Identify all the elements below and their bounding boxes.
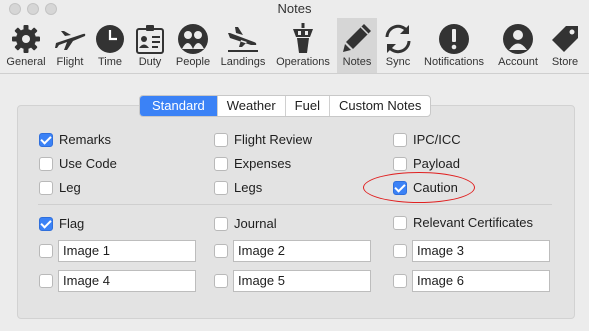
image-6-field[interactable]: Image 6	[412, 270, 550, 292]
journal-check-box[interactable]	[214, 216, 228, 231]
tab-weather[interactable]: Weather	[216, 96, 285, 116]
toolbar-label-notes: Notes	[342, 56, 372, 68]
relevant-certificates-checkbox[interactable]: Relevant Certificates	[393, 215, 533, 230]
remarks-checkbox[interactable]: Remarks	[39, 132, 111, 147]
payload-check-box[interactable]	[393, 156, 407, 171]
section-divider	[38, 204, 552, 205]
account-icon	[503, 24, 533, 54]
gear-icon	[12, 25, 40, 53]
toolbar-label-landings: Landings	[220, 56, 266, 68]
relevant-certificates-label: Relevant Certificates	[413, 215, 533, 230]
toolbar-label-account: Account	[498, 56, 538, 68]
toolbar-flight[interactable]: Flight	[50, 18, 90, 73]
image-4-field[interactable]: Image 4	[58, 270, 196, 292]
landing-icon	[228, 27, 258, 52]
toolbar-label-people: People	[175, 56, 211, 68]
toolbar-notifications[interactable]: Notifications	[419, 18, 489, 73]
image-2-field[interactable]: Image 2	[233, 240, 371, 262]
relevant-certificates-check-box[interactable]	[393, 215, 407, 230]
expenses-checkbox[interactable]: Expenses	[214, 156, 291, 171]
flight-review-checkbox[interactable]: Flight Review	[214, 132, 312, 147]
ipc-icc-check-box[interactable]	[393, 132, 407, 147]
sync-icon	[385, 24, 411, 54]
airplane-icon	[55, 31, 86, 50]
toolbar-landings[interactable]: Landings	[217, 18, 269, 73]
minimize-window-button[interactable]	[27, 3, 39, 15]
zoom-window-button[interactable]	[45, 3, 57, 15]
image-1-checkbox[interactable]	[39, 244, 53, 258]
ipc-icc-label: IPC/ICC	[413, 132, 461, 147]
payload-label: Payload	[413, 156, 460, 171]
toolbar-label-general: General	[6, 56, 46, 68]
toolbar-label-operations: Operations	[276, 56, 330, 68]
toolbar-store[interactable]: Store	[546, 18, 584, 73]
id-badge-icon	[136, 25, 164, 54]
use-code-check-box[interactable]	[39, 156, 53, 171]
control-tower-icon	[293, 23, 313, 53]
toolbar-general[interactable]: General	[4, 18, 48, 73]
preferences-toolbar: General Flight Time Duty People Landings…	[0, 18, 589, 74]
leg-label: Leg	[59, 180, 81, 195]
notes-tab-bar: Standard Weather Fuel Custom Notes	[139, 95, 432, 117]
toolbar-time[interactable]: Time	[92, 18, 128, 73]
image-4-checkbox[interactable]	[39, 274, 53, 288]
toolbar-notes[interactable]: Notes	[337, 18, 377, 73]
exclamation-icon	[439, 24, 469, 54]
toolbar-label-notifications: Notifications	[424, 56, 484, 68]
flag-check-box[interactable]	[39, 216, 53, 231]
journal-checkbox[interactable]: Journal	[214, 216, 277, 231]
toolbar-sync[interactable]: Sync	[380, 18, 416, 73]
legs-checkbox[interactable]: Legs	[214, 180, 262, 195]
image-2-checkbox[interactable]	[214, 244, 228, 258]
window-title: Notes	[277, 1, 312, 16]
remarks-check-box[interactable]	[39, 132, 53, 147]
use-code-checkbox[interactable]: Use Code	[39, 156, 117, 171]
toolbar-label-time: Time	[97, 56, 123, 68]
expenses-check-box[interactable]	[214, 156, 228, 171]
leg-check-box[interactable]	[39, 180, 53, 195]
use-code-label: Use Code	[59, 156, 117, 171]
preferences-window: Notes General Flight Time Duty People La…	[0, 0, 589, 331]
flight-review-label: Flight Review	[234, 132, 313, 147]
image-6-checkbox[interactable]	[393, 274, 407, 288]
tab-custom-notes[interactable]: Custom Notes	[328, 96, 430, 116]
image-3-field[interactable]: Image 3	[412, 240, 550, 262]
image-5-field[interactable]: Image 5	[233, 270, 371, 292]
tag-icon	[552, 26, 578, 52]
flight-review-check-box[interactable]	[214, 132, 228, 147]
clock-icon	[96, 25, 124, 53]
toolbar-people[interactable]: People	[172, 18, 214, 73]
expenses-label: Expenses	[234, 156, 292, 171]
toolbar-label-store: Store	[551, 56, 579, 68]
legs-check-box[interactable]	[214, 180, 228, 195]
tab-fuel[interactable]: Fuel	[284, 96, 329, 116]
journal-label: Journal	[234, 216, 277, 231]
pencil-icon	[343, 24, 371, 52]
annotation-ellipse	[363, 172, 475, 203]
payload-checkbox[interactable]: Payload	[393, 156, 460, 171]
toolbar-account[interactable]: Account	[494, 18, 542, 73]
toolbar-operations[interactable]: Operations	[272, 18, 334, 73]
image-5-checkbox[interactable]	[214, 274, 228, 288]
toolbar-label-duty: Duty	[138, 56, 162, 68]
tab-standard[interactable]: Standard	[140, 96, 217, 116]
people-icon	[178, 24, 208, 54]
flag-label: Flag	[59, 216, 85, 231]
ipc-icc-checkbox[interactable]: IPC/ICC	[393, 132, 461, 147]
close-window-button[interactable]	[9, 3, 21, 15]
image-1-field[interactable]: Image 1	[58, 240, 196, 262]
toolbar-label-flight: Flight	[56, 56, 84, 68]
leg-checkbox[interactable]: Leg	[39, 180, 81, 195]
image-3-checkbox[interactable]	[393, 244, 407, 258]
flag-checkbox[interactable]: Flag	[39, 216, 84, 231]
remarks-label: Remarks	[59, 132, 112, 147]
toolbar-label-sync: Sync	[385, 56, 411, 68]
toolbar-duty[interactable]: Duty	[131, 18, 169, 73]
legs-label: Legs	[234, 180, 263, 195]
